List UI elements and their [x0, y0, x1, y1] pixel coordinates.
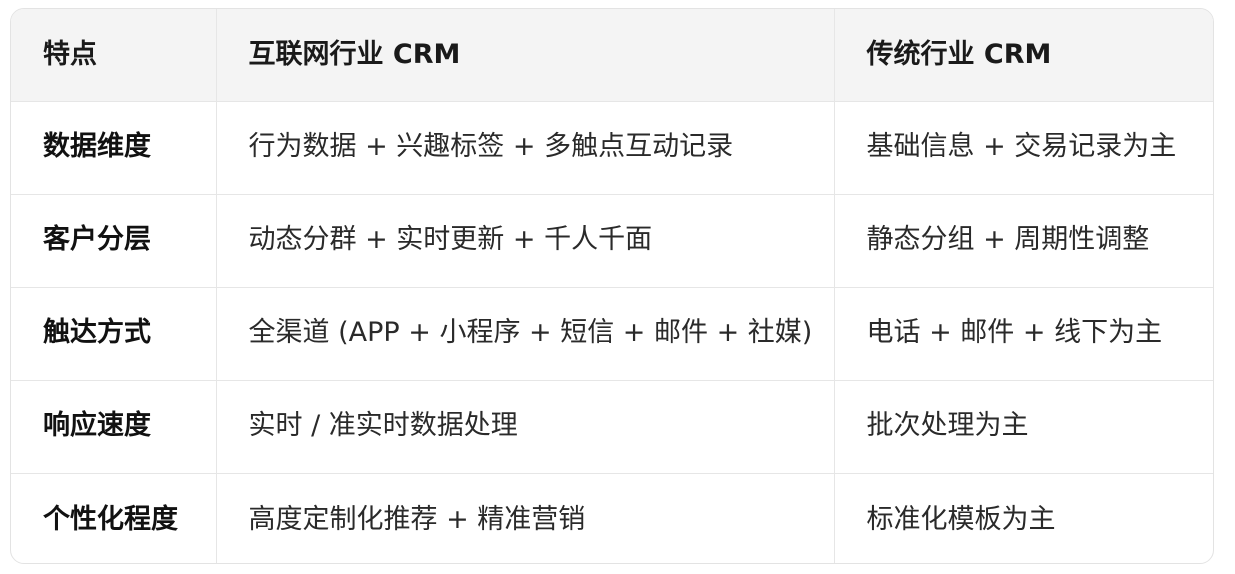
header-internet-crm: 互联网行业 CRM — [215, 9, 834, 102]
header-traditional-crm: 传统行业 CRM — [833, 9, 1213, 102]
header-row: 特点 互联网行业 CRM 传统行业 CRM — [11, 9, 1213, 102]
table-body: 数据维度 行为数据 + 兴趣标签 + 多触点互动记录 基础信息 + 交易记录为主… — [11, 101, 1213, 563]
row-internet-value: 动态分群 + 实时更新 + 千人千面 — [215, 194, 834, 288]
row-traditional-value: 基础信息 + 交易记录为主 — [833, 101, 1213, 195]
row-feature: 触达方式 — [11, 287, 216, 381]
header-feature: 特点 — [11, 9, 216, 102]
row-feature: 个性化程度 — [43, 503, 178, 535]
table-row: 数据维度 行为数据 + 兴趣标签 + 多触点互动记录 基础信息 + 交易记录为主 — [11, 101, 1213, 195]
comparison-table: 特点 互联网行业 CRM 传统行业 CRM 数据维度 行为数据 + 兴趣标签 +… — [10, 8, 1214, 564]
table-row: 客户分层 动态分群 + 实时更新 + 千人千面 静态分组 + 周期性调整 — [11, 194, 1213, 288]
row-internet-value: 高度定制化推荐 + 精准营销 — [215, 473, 834, 563]
row-feature: 数据维度 — [11, 101, 216, 195]
crm-comparison-table: 特点 互联网行业 CRM 传统行业 CRM 数据维度 行为数据 + 兴趣标签 +… — [11, 9, 1213, 563]
row-internet-value: 实时 / 准实时数据处理 — [215, 380, 834, 474]
row-internet-value: 全渠道 (APP + 小程序 + 短信 + 邮件 + 社媒) — [215, 287, 834, 381]
row-traditional-value: 电话 + 邮件 + 线下为主 — [833, 287, 1213, 381]
row-traditional-value: 静态分组 + 周期性调整 — [833, 194, 1213, 288]
row-feature: 响应速度 — [11, 380, 216, 474]
table-row: 个性化程度 高度定制化推荐 + 精准营销 标准化模板为主 — [11, 473, 1213, 563]
row-traditional-value: 标准化模板为主 — [833, 473, 1213, 563]
table-header: 特点 互联网行业 CRM 传统行业 CRM — [11, 9, 1213, 102]
row-traditional-value: 批次处理为主 — [833, 380, 1213, 474]
table-row: 触达方式 全渠道 (APP + 小程序 + 短信 + 邮件 + 社媒) 电话 +… — [11, 287, 1213, 381]
table-row: 响应速度 实时 / 准实时数据处理 批次处理为主 — [11, 380, 1213, 474]
row-internet-value: 行为数据 + 兴趣标签 + 多触点互动记录 — [215, 101, 834, 195]
row-feature: 客户分层 — [11, 194, 216, 288]
